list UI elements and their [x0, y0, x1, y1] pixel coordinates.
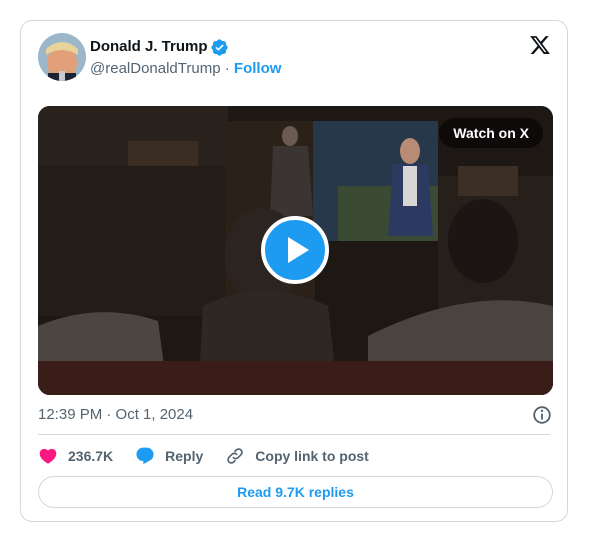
info-icon[interactable] — [531, 404, 553, 426]
copy-link-button[interactable]: Copy link to post — [225, 446, 369, 466]
separator: · — [224, 60, 230, 77]
link-icon — [227, 448, 244, 464]
video-player[interactable]: Watch on X — [38, 106, 553, 395]
x-logo-icon[interactable] — [529, 34, 551, 56]
post-timestamp[interactable]: 12:39 PM · Oct 1, 2024 — [38, 405, 193, 425]
like-count: 236.7K — [68, 448, 114, 464]
follow-button[interactable]: Follow — [234, 60, 282, 77]
verified-badge-icon — [211, 39, 228, 56]
heart-icon — [39, 448, 57, 464]
reply-label: Reply — [165, 448, 204, 464]
author-handle[interactable]: @realDonaldTrump — [90, 60, 221, 77]
reply-button[interactable]: Reply — [135, 446, 203, 466]
action-bar: 236.7K Reply Copy link to post — [38, 445, 391, 467]
author-handle-row: @realDonaldTrump · Follow — [90, 59, 281, 79]
avatar[interactable] — [38, 33, 86, 81]
post-card: Donald J. Trump @realDonaldTrump · Follo… — [20, 20, 568, 522]
reply-icon — [136, 447, 154, 465]
author-name[interactable]: Donald J. Trump — [90, 37, 208, 57]
like-button[interactable]: 236.7K — [38, 446, 113, 466]
copy-link-label: Copy link to post — [255, 448, 369, 464]
watch-on-x-button[interactable]: Watch on X — [439, 118, 543, 148]
divider — [38, 434, 550, 435]
play-icon[interactable] — [261, 216, 329, 284]
read-replies-button[interactable]: Read 9.7K replies — [38, 476, 553, 508]
